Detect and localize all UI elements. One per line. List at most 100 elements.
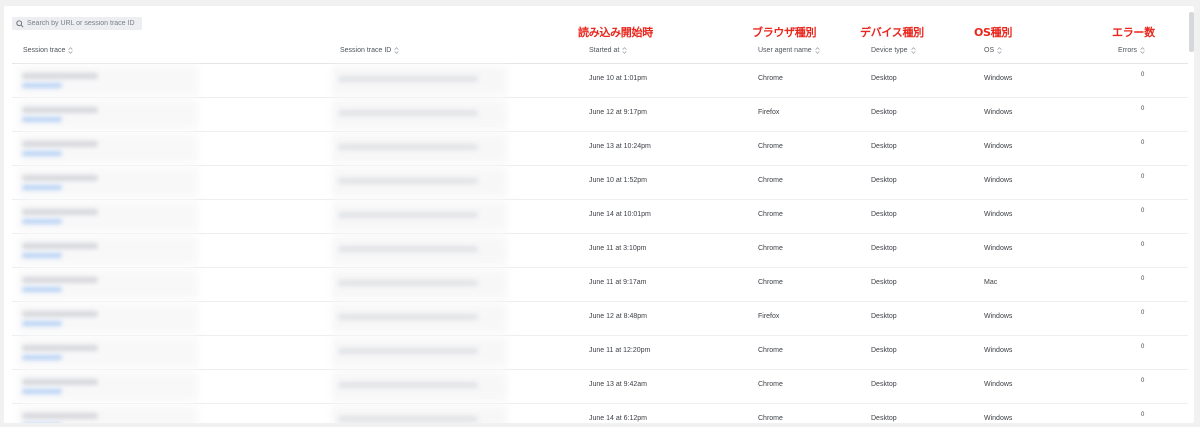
cell-user-agent-name: Firefox (758, 109, 780, 116)
session-trace-id-redacted (338, 314, 478, 320)
session-trace-url-redacted[interactable] (22, 107, 98, 113)
cell-user-agent-name: Chrome (758, 245, 783, 252)
table-row[interactable]: June 14 at 10:01pm Chrome Desktop Window… (12, 200, 1188, 234)
column-header-errors[interactable]: Errors (1118, 47, 1145, 54)
table-row[interactable]: June 12 at 8:48pm Firefox Desktop Window… (12, 302, 1188, 336)
session-trace-url-redacted[interactable] (22, 141, 98, 147)
search-icon (16, 19, 24, 28)
cell-started-at: June 12 at 8:48pm (589, 313, 647, 320)
annotation-errors: エラー数 (1112, 26, 1155, 39)
session-trace-id-redacted (338, 110, 478, 116)
cell-os: Windows (984, 415, 1013, 422)
table-row[interactable]: June 13 at 10:24pm Chrome Desktop Window… (12, 132, 1188, 166)
session-trace-link-redacted[interactable] (22, 253, 62, 258)
cell-device-type: Desktop (871, 313, 897, 320)
column-header-started-at[interactable]: Started at (589, 47, 627, 54)
column-header-session-trace-id[interactable]: Session trace ID (340, 47, 399, 54)
session-trace-id-redacted (338, 416, 478, 422)
session-trace-url-redacted[interactable] (22, 243, 98, 249)
session-trace-link-redacted[interactable] (22, 355, 62, 360)
cell-errors: 0 (1141, 174, 1145, 180)
cell-device-type: Desktop (871, 177, 897, 184)
cell-errors: 0 (1141, 72, 1145, 78)
cell-errors: 0 (1141, 140, 1145, 146)
session-trace-link-redacted[interactable] (22, 117, 62, 122)
sort-icon[interactable] (68, 47, 74, 54)
cell-device-type: Desktop (871, 211, 897, 218)
redacted-area (18, 338, 198, 367)
session-trace-link-redacted[interactable] (22, 287, 62, 292)
table-row[interactable]: June 13 at 9:42am Chrome Desktop Windows… (12, 370, 1188, 404)
sort-icon[interactable] (394, 47, 399, 54)
session-trace-id-redacted (338, 76, 478, 82)
session-trace-id-redacted (338, 382, 478, 388)
session-trace-url-redacted[interactable] (22, 413, 98, 419)
cell-device-type: Desktop (871, 75, 897, 82)
redacted-area (18, 304, 198, 333)
cell-errors: 0 (1141, 344, 1145, 350)
redacted-area (18, 202, 198, 231)
column-header-label: Session trace (23, 47, 66, 54)
cell-os: Windows (984, 347, 1013, 354)
cell-started-at: June 11 at 12:20pm (589, 347, 651, 354)
table-row[interactable]: June 14 at 6:12pm Chrome Desktop Windows… (12, 404, 1188, 423)
cell-os: Mac (984, 279, 998, 286)
column-header-session-trace[interactable]: Session trace (23, 47, 74, 54)
session-trace-link-redacted[interactable] (22, 389, 62, 394)
redacted-area (18, 66, 198, 95)
session-trace-url-redacted[interactable] (22, 73, 98, 79)
session-trace-link-redacted[interactable] (22, 185, 62, 190)
sort-icon[interactable] (910, 47, 916, 54)
table-row[interactable]: June 12 at 9:17pm Firefox Desktop Window… (12, 98, 1188, 132)
session-trace-url-redacted[interactable] (22, 311, 98, 317)
redacted-area (18, 134, 198, 163)
session-trace-link-redacted[interactable] (22, 321, 62, 326)
cell-user-agent-name: Chrome (758, 75, 783, 82)
session-trace-link-redacted[interactable] (22, 219, 62, 224)
sort-icon[interactable] (1140, 47, 1145, 54)
session-trace-id-redacted (338, 246, 478, 252)
redacted-area (18, 270, 198, 299)
column-header-os[interactable]: OS (984, 47, 1002, 54)
annotation-os: OS種別 (974, 26, 1013, 39)
sort-icon[interactable] (997, 47, 1002, 54)
session-trace-url-redacted[interactable] (22, 277, 98, 283)
column-header-device-type[interactable]: Device type (871, 47, 916, 54)
session-trace-link-redacted[interactable] (22, 83, 62, 88)
session-trace-url-redacted[interactable] (22, 209, 98, 215)
session-traces-panel: 読み込み開始時 ブラウザ種別 デバイス種別 OS種別 エラー数 Session … (4, 6, 1194, 423)
cell-errors: 0 (1141, 310, 1145, 316)
cell-started-at: June 13 at 9:42am (589, 381, 647, 388)
search-box[interactable] (12, 17, 142, 30)
cell-os: Windows (984, 177, 1013, 184)
cell-device-type: Desktop (871, 245, 897, 252)
column-header-user-agent-name[interactable]: User agent name (758, 47, 820, 54)
column-header-label: Errors (1118, 47, 1138, 54)
session-trace-url-redacted[interactable] (22, 175, 98, 181)
cell-device-type: Desktop (871, 347, 897, 354)
table-row[interactable]: June 10 at 1:01pm Chrome Desktop Windows… (12, 64, 1188, 98)
redacted-area (18, 372, 198, 401)
table-row[interactable]: June 11 at 9:17am Chrome Desktop Mac 0 (12, 268, 1188, 302)
session-trace-url-redacted[interactable] (22, 345, 98, 351)
cell-started-at: June 10 at 1:52pm (589, 177, 647, 184)
redacted-area (18, 100, 198, 129)
cell-device-type: Desktop (871, 143, 897, 150)
table-row[interactable]: June 10 at 1:52pm Chrome Desktop Windows… (12, 166, 1188, 200)
cell-user-agent-name: Chrome (758, 177, 783, 184)
table-row[interactable]: June 11 at 12:20pm Chrome Desktop Window… (12, 336, 1188, 370)
cell-os: Windows (984, 143, 1013, 150)
cell-device-type: Desktop (871, 381, 897, 388)
search-input[interactable] (27, 20, 142, 27)
sort-icon[interactable] (622, 47, 627, 54)
session-trace-id-redacted (338, 144, 478, 150)
sort-icon[interactable] (815, 47, 820, 54)
cell-device-type: Desktop (871, 279, 897, 286)
scrollbar[interactable] (1189, 12, 1194, 52)
cell-errors: 0 (1141, 378, 1145, 384)
cell-started-at: June 12 at 9:17pm (589, 109, 647, 116)
cell-os: Windows (984, 75, 1013, 82)
session-trace-link-redacted[interactable] (22, 151, 62, 156)
session-trace-url-redacted[interactable] (22, 379, 98, 385)
table-row[interactable]: June 11 at 3:10pm Chrome Desktop Windows… (12, 234, 1188, 268)
